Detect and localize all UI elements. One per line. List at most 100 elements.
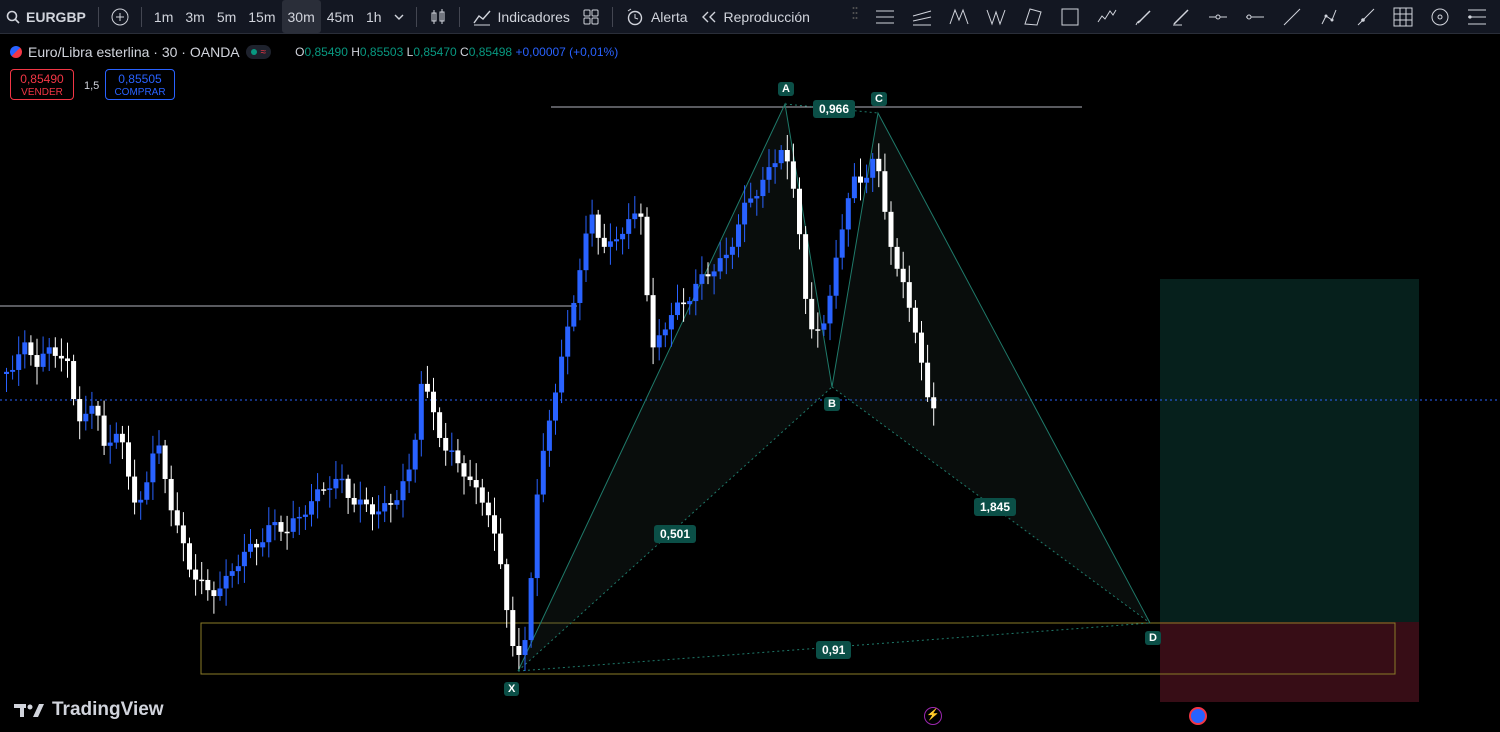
chart-type-button[interactable] [423,0,453,33]
candle-body [729,246,735,255]
interval-3m[interactable]: 3m [179,0,210,33]
candle-body [205,579,211,591]
lightning-icon[interactable]: ⚡ [924,707,942,725]
candle-body [327,488,333,490]
rectangle-icon [1061,8,1078,25]
tool-rectangle[interactable] [1051,0,1088,33]
candle-body [876,158,882,172]
candle-body [333,478,339,489]
candle-body [101,415,107,446]
candle-body [693,283,699,302]
candle-body [412,439,418,470]
candle-body [363,499,369,505]
interval-1h[interactable]: 1h [360,0,388,33]
parallel-lines-icon [875,10,894,23]
add-circle-icon [111,8,129,25]
fib-levels-icon [1467,9,1486,24]
tradingview-logo[interactable]: TradingView [14,699,164,721]
candle-body [296,516,302,519]
cypher-pattern-icon [986,9,1005,26]
chart-canvas[interactable] [0,34,1500,732]
candle-body [858,176,863,183]
candle-body [601,237,607,247]
tool-trend-line[interactable] [1273,0,1310,33]
interval-1m[interactable]: 1m [148,0,179,33]
layouts-button[interactable] [576,0,606,33]
candle-body [614,239,619,242]
candle-body [382,503,388,512]
tool-fib-grid[interactable] [1384,0,1421,33]
indicators-button[interactable]: Indicadores [466,0,576,33]
candle-body [607,241,613,247]
tool-abcd[interactable] [1014,0,1051,33]
ray-icon [1357,8,1374,25]
settings-badge-icon[interactable] [1189,707,1207,725]
tool-xabcd[interactable] [940,0,977,33]
symbol-search[interactable]: EURGBP [0,0,92,33]
candle-body [473,480,479,488]
candle-body [815,329,821,331]
tool-elliott[interactable] [1088,0,1125,33]
tool-horizontal-line[interactable] [1236,0,1273,33]
indicators-label: Indicadores [497,8,570,25]
candle-body [199,579,205,582]
highlighter-icon [1172,8,1189,25]
divider [97,6,99,27]
candle-body [156,445,162,454]
candle-body [906,282,912,308]
interval-15m[interactable]: 15m [242,0,281,33]
candle-body [22,342,28,355]
candle-body [406,469,412,482]
divider [415,6,417,27]
candle-body [778,150,784,164]
tool-regression[interactable] [903,0,940,33]
compare-button[interactable] [105,0,135,33]
candle-body [126,442,131,477]
candle-body [638,213,644,217]
candle-body [229,571,235,576]
candle-body [284,531,290,534]
candle-body [321,489,327,491]
candle-body [315,489,321,502]
candle-body [760,179,766,197]
interval-dropdown[interactable] [388,0,410,33]
candle-body [10,369,16,372]
candle-body [797,188,802,235]
tool-fib-retracement[interactable] [1458,0,1495,33]
tool-path[interactable] [1310,0,1347,33]
candle-body [516,646,522,655]
candle-body [150,453,156,483]
drag-handle[interactable] [852,0,866,33]
candle-body [705,274,711,277]
candle-body [400,481,406,501]
tool-fib-circles[interactable] [1421,0,1458,33]
tool-brush[interactable] [1125,0,1162,33]
candle-body [528,578,534,641]
interval-45m[interactable]: 45m [321,0,360,33]
candle-body [492,515,497,534]
alert-button[interactable]: Alerta [619,0,694,33]
candle-body [345,478,351,498]
candle-body [113,433,119,443]
tool-parallel-channel[interactable] [866,0,903,33]
candle-body [595,214,601,238]
ratio-xd-label: 0,91 [816,641,852,659]
tool-highlighter[interactable] [1162,0,1199,33]
tool-horizontal-ray[interactable] [1199,0,1236,33]
candle-body [278,522,284,532]
replay-button[interactable]: Reproducción [694,0,816,33]
candle-body [559,356,565,393]
interval-30m[interactable]: 30m [281,0,321,33]
interval-5m[interactable]: 5m [211,0,242,33]
candle-body [821,323,827,330]
candle-body [479,487,485,503]
candle-body [736,224,741,247]
candle-body [424,383,430,392]
profit-zone[interactable] [1160,279,1419,622]
candle-body [16,354,22,370]
loss-zone[interactable] [1160,622,1419,702]
candle-body [656,335,662,348]
candle-body [52,347,58,356]
tool-cypher[interactable] [977,0,1014,33]
tool-ray[interactable] [1347,0,1384,33]
